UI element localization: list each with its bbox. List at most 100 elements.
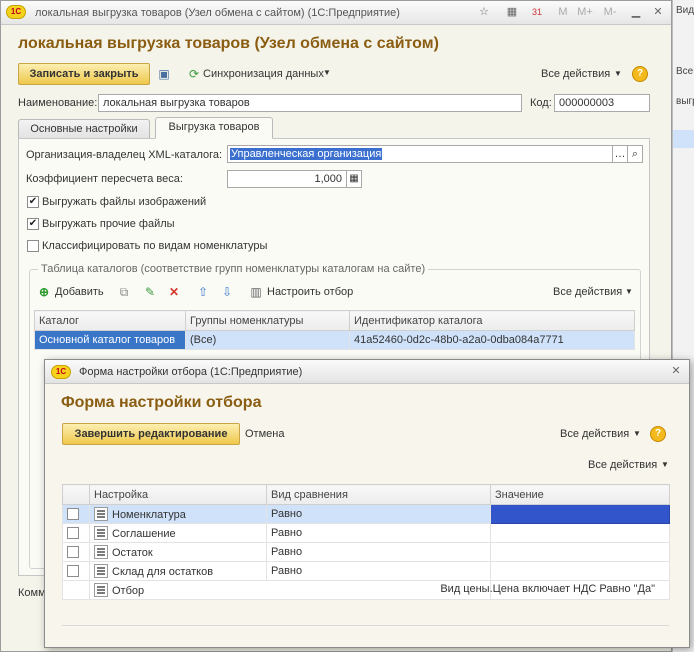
filter-name[interactable]: Отбор	[112, 585, 144, 597]
classify-checkbox[interactable]	[27, 240, 39, 252]
calculator-icon[interactable]: ▦	[503, 4, 521, 20]
row-checkbox[interactable]	[67, 565, 79, 578]
filter-icon[interactable]: ▥	[248, 284, 264, 300]
row-checkbox[interactable]	[67, 527, 79, 540]
window-titlebar: 1С локальная выгрузка товаров (Узел обме…	[1, 1, 671, 25]
strip-text-mid: Все	[676, 66, 694, 77]
table-all-actions-chevron-down-icon[interactable]: ▼	[661, 460, 669, 469]
move-up-icon[interactable]: ⇧	[195, 284, 211, 300]
filter-value[interactable]: Вид цены.Цена включает НДС Равно "Да"	[440, 583, 655, 595]
name-field[interactable]: локальная выгрузка товаров	[98, 94, 522, 112]
column-header-catalog[interactable]: Каталог	[34, 310, 186, 331]
add-icon[interactable]: ⊕	[36, 284, 52, 300]
finish-editing-button[interactable]: Завершить редактирование	[62, 423, 240, 445]
dialog-title: Форма настройки отбора (1С:Предприятие)	[79, 366, 303, 378]
setup-filter-button[interactable]: Настроить отбор	[267, 286, 353, 298]
groups-cell[interactable]: (Все)	[185, 330, 350, 350]
row-checkbox[interactable]	[67, 508, 79, 521]
field-icon	[94, 564, 108, 578]
column-header-id[interactable]: Идентификатор каталога	[349, 310, 635, 331]
minimize-icon[interactable]: ▁	[627, 4, 645, 20]
column-header-setting[interactable]: Настройка	[89, 484, 267, 505]
table-row[interactable]: Основной каталог товаров (Все) 41a52460-…	[34, 330, 635, 350]
comparison-cell[interactable]: Равно	[266, 523, 491, 543]
setting-name[interactable]: Номенклатура	[112, 509, 186, 521]
catalog-table: Каталог Группы номенклатуры Идентификато…	[34, 310, 635, 350]
help-icon[interactable]: ?	[632, 66, 648, 82]
weight-label: Коэффициент пересчета веса:	[26, 173, 183, 185]
move-down-icon[interactable]: ⇩	[219, 284, 235, 300]
m-icon[interactable]: M	[554, 4, 572, 20]
column-header-checkbox	[62, 484, 90, 505]
value-cell[interactable]	[490, 561, 670, 581]
add-button[interactable]: Добавить	[55, 286, 104, 298]
filter-table: Настройка Вид сравнения Значение Номенкл…	[62, 484, 670, 600]
all-actions-menu[interactable]: Все действия	[541, 68, 610, 80]
dialog-help-icon[interactable]: ?	[650, 426, 666, 442]
catalog-chevron-down-icon[interactable]: ▼	[625, 287, 633, 296]
dialog-all-actions-chevron-down-icon[interactable]: ▼	[633, 429, 641, 438]
weight-field[interactable]: 1,000	[227, 170, 347, 188]
table-bottom-border	[62, 625, 669, 626]
dialog-close-icon[interactable]: ✕	[667, 363, 685, 379]
column-header-groups[interactable]: Группы номенклатуры	[185, 310, 350, 331]
comparison-cell[interactable]: Равно	[266, 504, 491, 524]
tab-export-goods[interactable]: Выгрузка товаров	[155, 117, 273, 139]
code-label: Код:	[530, 97, 552, 109]
dialog-all-actions-menu[interactable]: Все действия	[560, 428, 629, 440]
export-other-files-label: Выгружать прочие файлы	[42, 218, 175, 230]
sync-chevron-down-icon[interactable]: ▼	[323, 68, 331, 77]
save-close-button[interactable]: Записать и закрыть	[18, 63, 150, 85]
copy-icon[interactable]: ⧉	[116, 284, 132, 300]
field-icon	[94, 545, 108, 559]
edit-icon[interactable]: ✎	[142, 284, 158, 300]
value-cell[interactable]	[490, 542, 670, 562]
window-title: локальная выгрузка товаров (Узел обмена …	[35, 7, 400, 19]
export-images-label: Выгружать файлы изображений	[42, 196, 207, 208]
value-cell[interactable]	[490, 504, 670, 524]
column-header-value[interactable]: Значение	[490, 484, 670, 505]
star-icon[interactable]: ☆	[475, 4, 493, 20]
setting-name[interactable]: Остаток	[112, 547, 153, 559]
setting-name[interactable]: Склад для остатков	[112, 566, 213, 578]
tab-main-settings[interactable]: Основные настройки	[18, 119, 150, 139]
setting-name[interactable]: Соглашение	[112, 528, 176, 540]
delete-icon[interactable]: ✕	[166, 284, 182, 300]
m-plus-icon[interactable]: M+	[574, 4, 596, 20]
classify-label: Классифицировать по видам номенклатуры	[42, 240, 268, 252]
comparison-cell[interactable]: Равно	[266, 561, 491, 581]
calculator-icon[interactable]: ▦	[346, 170, 362, 188]
org-field[interactable]: Управленческая организация	[227, 145, 613, 163]
field-icon	[94, 507, 108, 521]
comparison-cell[interactable]: Равно	[266, 542, 491, 562]
table-row[interactable]: Склад для остатков Равно	[62, 561, 670, 581]
search-icon[interactable]: ⌕	[627, 145, 643, 163]
export-images-checkbox[interactable]: ✔	[27, 196, 39, 208]
sync-menu[interactable]: Синхронизация данных	[203, 68, 324, 80]
table-row[interactable]: Соглашение Равно	[62, 523, 670, 543]
1c-logo-icon: 1С	[6, 5, 26, 19]
column-header-comparison[interactable]: Вид сравнения	[266, 484, 491, 505]
catalog-all-actions-menu[interactable]: Все действия	[553, 286, 622, 298]
row-checkbox[interactable]	[67, 546, 79, 559]
table-all-actions-menu[interactable]: Все действия	[588, 459, 657, 471]
calendar-icon[interactable]: 31	[528, 4, 546, 20]
table-row[interactable]: Номенклатура Равно	[62, 504, 670, 524]
catalog-group-title: Таблица каталогов (соответствие групп но…	[38, 263, 429, 275]
cancel-button[interactable]: Отмена	[245, 428, 284, 440]
comment-label: Комм	[18, 587, 46, 599]
code-field[interactable]: 000000003	[554, 94, 650, 112]
table-row[interactable]: Остаток Равно	[62, 542, 670, 562]
1c-logo-icon: 1С	[51, 365, 71, 379]
id-cell[interactable]: 41a52460-0d2c-48b0-a2a0-0dba084a7771	[349, 330, 635, 350]
value-cell[interactable]	[490, 523, 670, 543]
catalog-cell[interactable]: Основной каталог товаров	[34, 330, 186, 350]
close-icon[interactable]: ✕	[649, 4, 667, 20]
all-actions-chevron-down-icon[interactable]: ▼	[614, 69, 622, 78]
select-button[interactable]: …	[612, 145, 628, 163]
table-row[interactable]: Отбор Вид цены.Цена включает НДС Равно "…	[62, 580, 670, 600]
org-label: Организация-владелец XML-каталога:	[26, 149, 223, 161]
m-minus-icon[interactable]: M-	[599, 4, 621, 20]
export-other-files-checkbox[interactable]: ✔	[27, 218, 39, 230]
save-icon[interactable]: ▣	[156, 66, 172, 82]
